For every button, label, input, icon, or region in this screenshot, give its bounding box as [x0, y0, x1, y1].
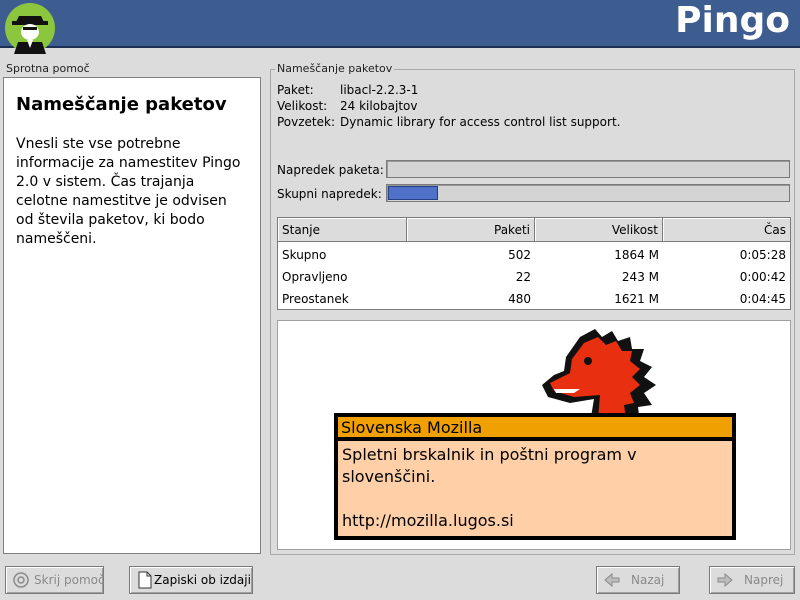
header-bar: Pingo	[0, 0, 800, 54]
package-progress-label: Napredek paketa:	[277, 163, 384, 177]
table-cell: 0:00:42	[739, 270, 786, 284]
help-body-text: Vnesli ste vse potrebne informacije za n…	[16, 136, 241, 247]
brand-title: Pingo	[675, 0, 790, 41]
table-cell: 502	[508, 248, 531, 262]
package-label: Paket:	[277, 83, 314, 97]
shadowman-logo-icon	[5, 3, 55, 54]
table-cell: 22	[515, 270, 531, 284]
column-header-packages[interactable]: Paketi	[407, 218, 535, 242]
install-slideshow: Slovenska Mozilla Spletni brskalnik in p…	[277, 320, 791, 550]
help-icon	[13, 572, 29, 588]
table-row: Preostanek 480 1621 M 0:04:45	[278, 288, 790, 310]
column-header-size[interactable]: Velikost	[535, 218, 663, 242]
release-notes-button[interactable]: Zapiski ob izdaji	[129, 566, 253, 594]
status-table: Stanje Paketi Velikost Čas Skupno 502 18…	[277, 217, 791, 310]
size-value: 24 kilobajtov	[340, 99, 418, 113]
install-frame-title: Nameščanje paketov	[275, 62, 395, 75]
total-progress-label: Skupni napredek:	[277, 187, 382, 201]
summary-label: Povzetek:	[277, 115, 336, 129]
table-cell: Skupno	[282, 248, 327, 262]
table-cell: 1864 M	[614, 248, 659, 262]
mozilla-ad-banner: Slovenska Mozilla Spletni brskalnik in p…	[334, 413, 736, 540]
arrow-right-icon	[717, 572, 733, 588]
column-header-time[interactable]: Čas	[663, 218, 790, 242]
table-row: Skupno 502 1864 M 0:05:28	[278, 244, 790, 266]
next-label: Naprej	[744, 573, 784, 587]
hide-help-label: Skrij pomoč	[34, 573, 105, 587]
next-button[interactable]: Naprej	[709, 566, 795, 594]
arrow-left-icon	[604, 572, 620, 588]
help-panel-title: Sprotna pomoč	[6, 62, 90, 75]
document-icon	[138, 571, 152, 589]
package-value: libacl-2.2.3-1	[340, 83, 419, 97]
column-header-status[interactable]: Stanje	[278, 218, 407, 242]
back-button[interactable]: Nazaj	[596, 566, 680, 594]
release-notes-label: Zapiski ob izdaji	[154, 573, 251, 587]
mozilla-dinosaur-icon	[542, 329, 656, 423]
ad-description: Spletni brskalnik in poštni program v sl…	[342, 445, 637, 486]
table-header: Stanje Paketi Velikost Čas	[278, 218, 790, 243]
table-cell: Opravljeno	[282, 270, 348, 284]
table-cell: 0:04:45	[739, 292, 786, 306]
help-heading: Nameščanje paketov	[16, 94, 227, 115]
summary-value: Dynamic library for access control list …	[340, 115, 621, 129]
help-panel: Nameščanje paketov Vnesli ste vse potreb…	[3, 77, 261, 554]
table-cell: 480	[508, 292, 531, 306]
ad-body: Spletni brskalnik in poštni program v sl…	[338, 441, 732, 536]
total-progress-bar	[386, 184, 790, 202]
package-progress-bar	[386, 160, 790, 178]
table-cell: Preostanek	[282, 292, 349, 306]
table-row: Opravljeno 22 243 M 0:00:42	[278, 266, 790, 288]
table-cell: 0:05:28	[739, 248, 786, 262]
table-cell: 1621 M	[614, 292, 659, 306]
back-label: Nazaj	[631, 573, 665, 587]
size-label: Velikost:	[277, 99, 328, 113]
ad-title: Slovenska Mozilla	[338, 417, 732, 437]
total-progress-fill	[388, 186, 439, 200]
hide-help-button[interactable]: Skrij pomoč	[5, 566, 105, 594]
table-cell: 243 M	[621, 270, 659, 284]
ad-url: http://mozilla.lugos.si	[342, 511, 514, 530]
